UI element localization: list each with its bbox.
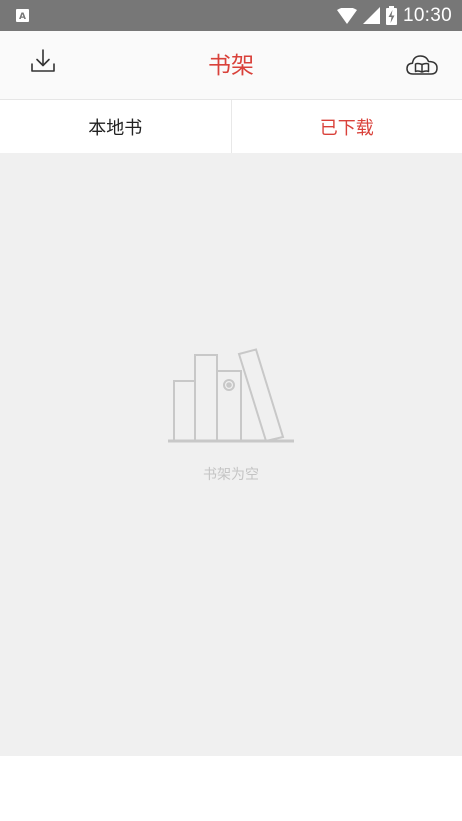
wifi-icon xyxy=(336,7,357,24)
empty-message: 书架为空 xyxy=(203,467,259,483)
status-icons: 10:30 xyxy=(336,0,452,31)
bookshelf-content: 书架为空 xyxy=(0,153,462,756)
status-bar: A 10:30 xyxy=(0,0,462,31)
header: 书架 xyxy=(0,31,462,100)
status-time: 10:30 xyxy=(402,4,452,26)
page-title: 书架 xyxy=(208,53,254,79)
svg-text:A: A xyxy=(19,12,26,22)
battery-charging-icon xyxy=(385,6,397,25)
tab-bar: 本地书 已下载 xyxy=(0,100,462,153)
cell-signal-icon xyxy=(362,7,380,24)
tab-downloaded[interactable]: 已下载 xyxy=(232,100,462,153)
bookshelf-icon xyxy=(168,348,294,443)
cloud-book-icon xyxy=(406,55,438,75)
bottom-area xyxy=(0,756,462,821)
cloud-bookshelf-button[interactable] xyxy=(402,47,442,83)
a-letter-notification-icon: A xyxy=(16,9,29,22)
tab-local-books[interactable]: 本地书 xyxy=(0,100,231,153)
